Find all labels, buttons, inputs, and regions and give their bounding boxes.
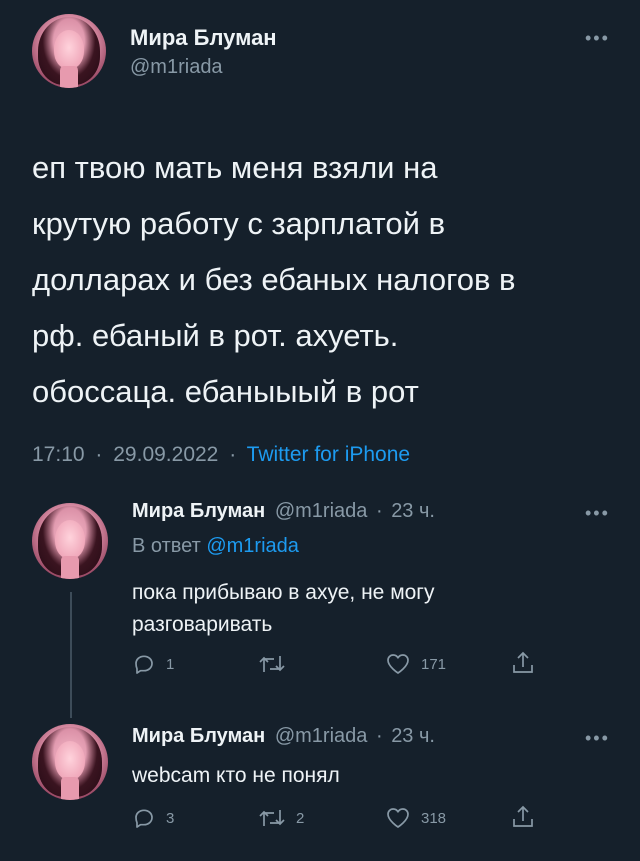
tweet-age[interactable]: 23 ч. — [391, 725, 435, 747]
tweet-text-line: рф. ебаный в рот. ахуеть. — [32, 318, 399, 353]
like-count: 318 — [421, 809, 447, 827]
avatar[interactable] — [32, 14, 106, 88]
reply-button[interactable]: 1 — [132, 652, 174, 676]
reply-text-line: разговаривать — [132, 613, 273, 636]
reply-icon — [135, 809, 153, 828]
share-button[interactable] — [510, 804, 536, 830]
more-icon[interactable]: ••• — [585, 504, 610, 522]
reply-count: 1 — [166, 655, 175, 673]
reply-text-line: пока прибываю в ахуе, не могу — [132, 581, 435, 604]
share-icon — [513, 805, 533, 827]
tweet-time[interactable]: 17:10 — [32, 443, 85, 466]
retweet-icon — [259, 656, 285, 672]
retweet-button[interactable]: 2 — [258, 806, 304, 830]
reply-text-line: webcam кто не понял — [132, 764, 340, 787]
more-icon[interactable]: ••• — [585, 29, 610, 47]
reply-count: 3 — [166, 809, 175, 827]
retweet-button[interactable] — [258, 652, 296, 676]
separator: · — [229, 443, 237, 466]
tweet-text-line: обоссаца. ебаныыый в рот — [32, 374, 419, 409]
display-name[interactable]: Мира Блуман — [130, 25, 277, 51]
like-button[interactable]: 171 — [385, 652, 446, 676]
thread-line — [70, 592, 72, 718]
tweet-age[interactable]: 23 ч. — [391, 500, 435, 522]
avatar[interactable] — [32, 724, 108, 800]
heart-icon — [387, 808, 409, 828]
avatar[interactable] — [32, 503, 108, 579]
tweet-date[interactable]: 29.09.2022 — [113, 443, 218, 466]
separator: · — [375, 725, 383, 747]
reply-header: Мира Блуман @m1riada · 23 ч. — [132, 500, 435, 523]
reply-text: webcam кто не понял — [132, 760, 340, 792]
tweet-source[interactable]: Twitter for iPhone — [247, 443, 410, 466]
reply-header: Мира Блуман @m1riada · 23 ч. — [132, 725, 435, 748]
reply-to-prefix: В ответ — [132, 535, 201, 557]
retweet-icon — [259, 810, 285, 826]
more-icon[interactable]: ••• — [585, 729, 610, 747]
tweet-meta: 17:10 · 29.09.2022 · Twitter for iPhone — [32, 443, 410, 467]
tweet-text-line: долларах и без ебаных налогов в — [32, 262, 516, 297]
share-icon — [513, 651, 533, 673]
like-button[interactable]: 318 — [385, 806, 446, 830]
tweet-text-line: крутую работу с зарплатой в — [32, 206, 446, 241]
reply-to-handle[interactable]: @m1riada — [206, 535, 299, 557]
handle[interactable]: @m1riada — [130, 56, 223, 79]
reply-button[interactable]: 3 — [132, 806, 174, 830]
handle[interactable]: @m1riada — [275, 500, 368, 522]
display-name[interactable]: Мира Блуман — [132, 500, 265, 522]
handle[interactable]: @m1riada — [275, 725, 368, 747]
reply-icon — [135, 655, 153, 674]
display-name[interactable]: Мира Блуман — [132, 725, 265, 747]
separator: · — [95, 443, 103, 466]
share-button[interactable] — [510, 650, 536, 676]
reply-to: В ответ @m1riada — [132, 535, 299, 558]
tweet-text: еп твою мать меня взяли на крутую работу… — [32, 140, 516, 420]
tweet-text-line: еп твою мать меня взяли на — [32, 150, 438, 185]
separator: · — [375, 500, 383, 522]
like-count: 171 — [421, 655, 447, 673]
heart-icon — [387, 654, 409, 674]
reply-text: пока прибываю в ахуе, не могу разговарив… — [132, 577, 434, 641]
retweet-count: 2 — [296, 809, 305, 827]
